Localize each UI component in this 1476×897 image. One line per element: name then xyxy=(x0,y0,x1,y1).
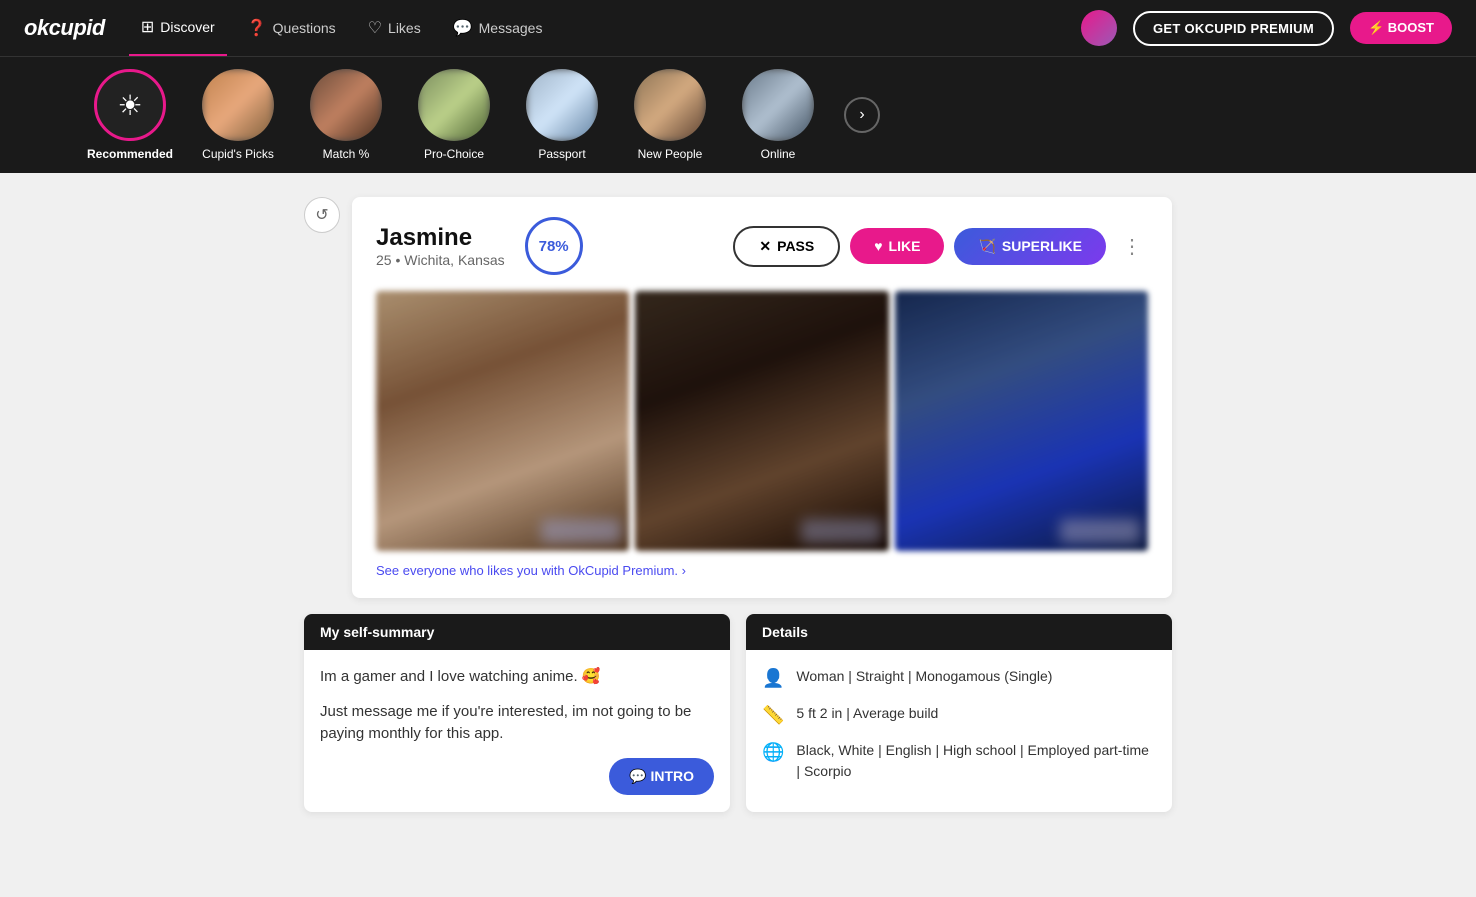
main-content: ↺ Jasmine 25 • Wichita, Kansas 78% ✕ xyxy=(288,197,1188,812)
disc-label-cupids-picks: Cupid's Picks xyxy=(202,147,274,161)
disc-thumb-recommended xyxy=(94,69,166,141)
questions-icon: ❓ xyxy=(247,18,267,38)
like-button[interactable]: ♥ LIKE xyxy=(850,228,944,264)
likes-icon: ♡ xyxy=(368,18,382,38)
nav-messages[interactable]: 💬 Messages xyxy=(441,0,555,56)
nav-questions[interactable]: ❓ Questions xyxy=(235,0,348,56)
user-avatar[interactable] xyxy=(1081,10,1117,46)
profile-sub: 25 • Wichita, Kansas xyxy=(376,252,505,268)
discover-icon: ⊞ xyxy=(141,17,154,37)
nav-messages-label: Messages xyxy=(479,20,543,36)
disc-label-online: Online xyxy=(761,147,796,161)
details-body: 👤 Woman | Straight | Monogamous (Single)… xyxy=(746,650,1172,812)
like-label: LIKE xyxy=(889,238,921,254)
disc-label-match: Match % xyxy=(323,147,370,161)
self-summary-card: My self-summary Im a gamer and I love wa… xyxy=(304,614,730,812)
photo-3[interactable] xyxy=(895,291,1148,551)
superlike-icon: 🏹 xyxy=(978,238,995,255)
disc-thumb-pro-choice xyxy=(418,69,490,141)
nav-likes-label: Likes xyxy=(388,20,421,36)
profile-header: Jasmine 25 • Wichita, Kansas 78% ✕ PASS xyxy=(376,217,1148,275)
discovery-bar: Recommended Cupid's Picks Match % Pro-Ch… xyxy=(0,56,1476,173)
disc-label-new-people: New People xyxy=(638,147,703,161)
intro-button[interactable]: 💬 INTRO xyxy=(609,758,714,795)
self-summary-header: My self-summary xyxy=(304,614,730,650)
disc-item-passport[interactable]: Passport xyxy=(512,69,612,161)
self-summary-body: Im a gamer and I love watching anime. 🥰 … xyxy=(304,650,730,811)
detail-row-identity: 👤 Woman | Straight | Monogamous (Single) xyxy=(762,666,1156,689)
messages-icon: 💬 xyxy=(453,18,473,38)
disc-item-match[interactable]: Match % xyxy=(296,69,396,161)
photo-2[interactable] xyxy=(635,291,888,551)
superlike-label: SUPERLIKE xyxy=(1002,238,1082,254)
background-icon: 🌐 xyxy=(762,742,784,763)
details-card: Details 👤 Woman | Straight | Monogamous … xyxy=(746,614,1172,812)
disc-label-recommended: Recommended xyxy=(87,147,173,161)
photo-2-overlay xyxy=(801,519,881,543)
identity-icon: 👤 xyxy=(762,668,784,689)
premium-link[interactable]: See everyone who likes you with OkCupid … xyxy=(376,563,1148,578)
profile-name-group: Jasmine 25 • Wichita, Kansas xyxy=(376,224,505,268)
disc-label-pro-choice: Pro-Choice xyxy=(424,147,484,161)
photo-grid xyxy=(376,291,1148,551)
identity-text: Woman | Straight | Monogamous (Single) xyxy=(796,666,1052,687)
height-text: 5 ft 2 in | Average build xyxy=(796,703,938,724)
photo-1[interactable] xyxy=(376,291,629,551)
height-icon: 📏 xyxy=(762,705,784,726)
details-header: Details xyxy=(746,614,1172,650)
detail-row-background: 🌐 Black, White | English | High school |… xyxy=(762,740,1156,782)
disc-thumb-passport xyxy=(526,69,598,141)
profile-card: Jasmine 25 • Wichita, Kansas 78% ✕ PASS xyxy=(352,197,1172,598)
background-text: Black, White | English | High school | E… xyxy=(796,740,1156,782)
superlike-button[interactable]: 🏹 SUPERLIKE xyxy=(954,228,1106,265)
nav-questions-label: Questions xyxy=(273,20,336,36)
summary-para-2: Just message me if you're interested, im… xyxy=(320,701,714,746)
nav-discover-label: Discover xyxy=(160,19,214,35)
more-options-button[interactable]: ⋮ xyxy=(1116,230,1148,262)
disc-item-online[interactable]: Online xyxy=(728,69,828,161)
disc-thumb-cupids-picks xyxy=(202,69,274,141)
disc-item-recommended[interactable]: Recommended xyxy=(80,69,180,161)
disc-item-pro-choice[interactable]: Pro-Choice xyxy=(404,69,504,161)
disc-label-passport: Passport xyxy=(538,147,585,161)
disc-thumb-new-people xyxy=(634,69,706,141)
photo-1-overlay xyxy=(541,519,621,543)
nav-discover[interactable]: ⊞ Discover xyxy=(129,0,227,56)
nav-likes[interactable]: ♡ Likes xyxy=(356,0,433,56)
profile-name: Jasmine xyxy=(376,224,505,252)
app-logo[interactable]: okcupid xyxy=(24,15,105,41)
action-buttons: ✕ PASS ♥ LIKE 🏹 SUPERLIKE ⋮ xyxy=(733,226,1148,267)
pass-button[interactable]: ✕ PASS xyxy=(733,226,840,267)
pass-x-icon: ✕ xyxy=(759,238,771,255)
discovery-next-button[interactable]: › xyxy=(844,97,880,133)
undo-button[interactable]: ↺ xyxy=(304,197,340,233)
match-percentage: 78% xyxy=(525,217,583,275)
heart-icon: ♥ xyxy=(874,238,882,254)
detail-row-height: 📏 5 ft 2 in | Average build xyxy=(762,703,1156,726)
navbar: okcupid ⊞ Discover ❓ Questions ♡ Likes 💬… xyxy=(0,0,1476,56)
disc-item-cupids-picks[interactable]: Cupid's Picks xyxy=(188,69,288,161)
disc-thumb-match xyxy=(310,69,382,141)
profile-sections: My self-summary Im a gamer and I love wa… xyxy=(304,614,1172,812)
disc-item-new-people[interactable]: New People xyxy=(620,69,720,161)
disc-thumb-online xyxy=(742,69,814,141)
premium-button[interactable]: GET OKCUPID PREMIUM xyxy=(1133,11,1334,46)
photo-3-overlay xyxy=(1060,519,1140,543)
summary-para-1: Im a gamer and I love watching anime. 🥰 xyxy=(320,666,714,689)
boost-button[interactable]: ⚡ BOOST xyxy=(1350,12,1452,44)
pass-label: PASS xyxy=(777,238,814,254)
